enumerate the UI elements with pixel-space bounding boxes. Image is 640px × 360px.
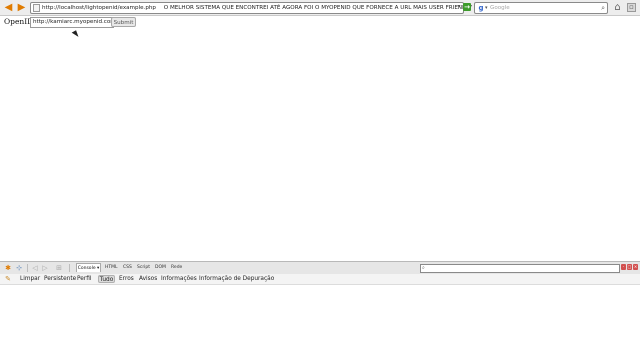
firebug-search-input[interactable]: ⌕: [420, 264, 620, 273]
firebug-icon[interactable]: ✱: [4, 264, 12, 272]
filter-all-button[interactable]: Tudo: [98, 275, 115, 283]
back-arrow-icon[interactable]: ◀: [3, 2, 14, 13]
tab-dom[interactable]: DOM: [155, 264, 166, 272]
close-icon[interactable]: ×: [633, 264, 638, 270]
tab-html[interactable]: HTML: [105, 264, 118, 272]
search-icon: ⌕: [422, 265, 425, 271]
mouse-cursor-icon: [71, 30, 80, 39]
tab-net[interactable]: Rede: [171, 264, 182, 272]
toolbar-divider: [69, 264, 70, 272]
page-menu-icon[interactable]: ▫: [627, 3, 636, 12]
go-arrow-icon[interactable]: →: [463, 3, 471, 11]
url-bar[interactable]: http://localhost/lightopenid/example.php…: [30, 2, 472, 14]
home-icon[interactable]: ⌂: [612, 2, 623, 13]
forward-arrow-icon[interactable]: ▶: [16, 2, 27, 13]
persist-button[interactable]: Persistente: [44, 274, 76, 284]
expand-icon[interactable]: ⊞: [55, 264, 63, 272]
tab-console[interactable]: Console ▾: [76, 263, 101, 272]
filter-errors-button[interactable]: Erros: [119, 274, 134, 284]
url-annotation: O MELHOR SISTEMA QUE ENCONTREI ATÉ AGORA…: [163, 5, 473, 11]
filter-debug-button[interactable]: Informação de Depuração: [199, 274, 274, 284]
browser-toolbar: ◀ ▶ http://localhost/lightopenid/example…: [0, 0, 640, 16]
profile-button[interactable]: Perfil: [77, 274, 92, 284]
url-dropdown-icon[interactable]: ▾: [456, 2, 462, 12]
detach-icon[interactable]: □: [627, 264, 632, 270]
clear-button[interactable]: Limpar: [20, 274, 40, 284]
firebug-toolbar: ✱ ⊹ ◁ ▷ ⊞ Console ▾ HTML CSS Script DOM …: [0, 261, 640, 275]
url-value: http://localhost/lightopenid/example.php: [42, 5, 156, 11]
openid-input[interactable]: http://kamiarc.myopenid.com/: [30, 17, 114, 28]
search-bar[interactable]: g ▾ Google ⌕: [474, 2, 608, 14]
tab-css[interactable]: CSS: [123, 264, 132, 272]
minimize-icon[interactable]: -: [621, 264, 626, 270]
url-text: http://localhost/lightopenid/example.php…: [42, 3, 472, 13]
clear-console-icon[interactable]: ✎: [4, 275, 12, 283]
search-icon[interactable]: ⌕: [601, 4, 605, 12]
submit-button[interactable]: Submit: [111, 17, 136, 27]
engine-dropdown-icon[interactable]: ▾: [485, 4, 488, 12]
inspect-icon[interactable]: ⊹: [15, 264, 23, 272]
back-icon[interactable]: ◁: [31, 264, 39, 272]
tab-script[interactable]: Script: [137, 264, 150, 272]
forward-icon[interactable]: ▷: [41, 264, 49, 272]
console-output: [0, 285, 640, 360]
search-placeholder: Google: [490, 5, 510, 11]
toolbar-divider: [27, 264, 28, 272]
filter-warnings-button[interactable]: Avisos: [139, 274, 157, 284]
console-toolbar: ✎ Limpar Persistente Perfil Tudo Erros A…: [0, 274, 640, 285]
filter-info-button[interactable]: Informações: [161, 274, 197, 284]
page-icon: [33, 4, 40, 12]
